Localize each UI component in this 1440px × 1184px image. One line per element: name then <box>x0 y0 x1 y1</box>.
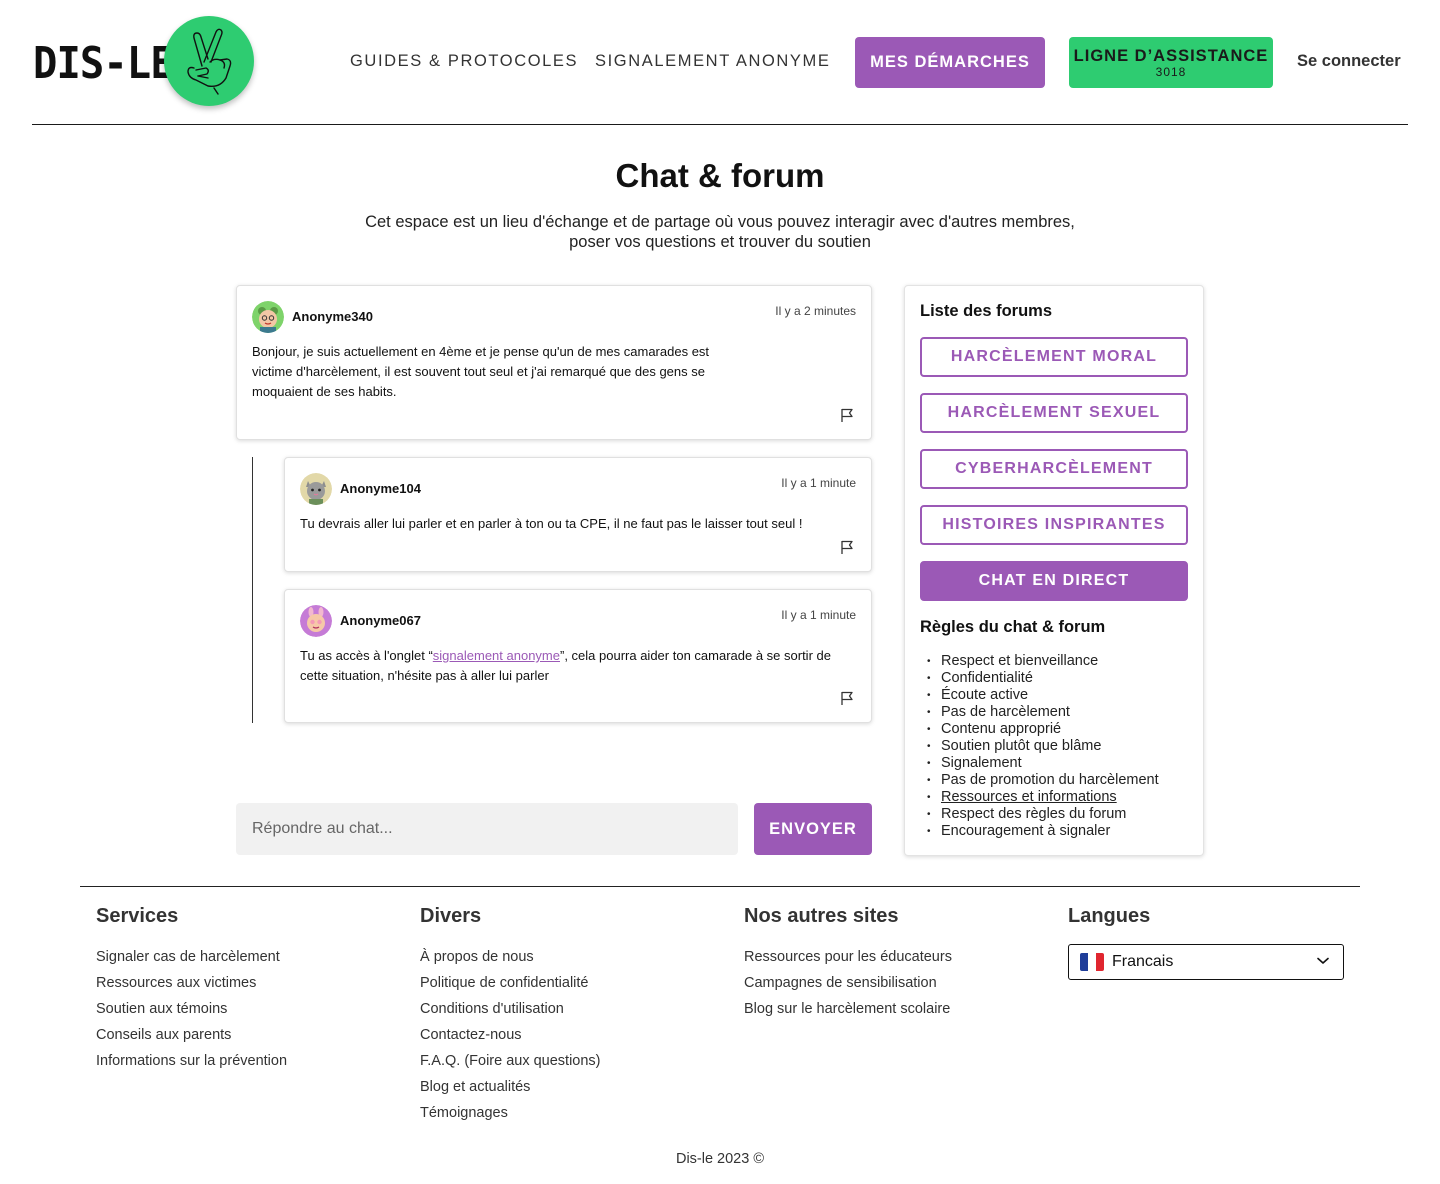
site-header: DIS-LE GUIDES & PROTOCOLES SIGNALEMENT A… <box>32 0 1408 125</box>
footer-langues: Langues Francais <box>1068 905 1344 980</box>
avatar <box>300 605 332 637</box>
post-timestamp: Il y a 1 minute <box>781 608 856 622</box>
post-text: Bonjour, je suis actuellement en 4ème et… <box>252 344 710 399</box>
assistance-number: 3018 <box>1155 64 1187 79</box>
footer-heading: Nos autres sites <box>744 905 899 927</box>
rule-item: Signalement <box>920 755 1200 772</box>
footer-link[interactable]: Ressources pour les éducateurs <box>744 944 952 970</box>
cat-avatar-icon <box>300 473 332 505</box>
forums-title: Liste des forums <box>920 302 1053 320</box>
footer-heading: Langues <box>1068 905 1151 927</box>
report-flag-icon[interactable] <box>839 539 855 555</box>
nav-guides-protocoles[interactable]: GUIDES & PROTOCOLES <box>350 52 578 71</box>
post-text: Tu devrais aller lui parler et en parler… <box>300 516 803 531</box>
bunny-avatar-icon <box>300 605 332 637</box>
rule-item: Soutien plutôt que blâme <box>920 738 1200 755</box>
footer-link[interactable]: Blog et actualités <box>420 1074 601 1100</box>
rule-item: Pas de promotion du harcèlement <box>920 772 1200 789</box>
nav-signalement-anonyme[interactable]: SIGNALEMENT ANONYME <box>595 52 830 71</box>
chat-reply: Anonyme067 Il y a 1 minute Tu as accès à… <box>284 589 872 723</box>
footer-link[interactable]: Signaler cas de harcèlement <box>96 944 287 970</box>
post-text: Tu as accès à l'onglet “signalement anon… <box>300 646 860 686</box>
report-flag-icon[interactable] <box>839 690 855 706</box>
rule-item-link[interactable]: Ressources et informations <box>920 789 1200 806</box>
language-select[interactable]: Francais <box>1068 944 1344 980</box>
footer-heading: Divers <box>420 905 482 927</box>
page-subtitle-line2: poser vos questions et trouver du soutie… <box>569 233 871 251</box>
send-button[interactable]: ENVOYER <box>754 803 872 855</box>
chat-reply: Anonyme104 Il y a 1 minute Tu devrais al… <box>284 457 872 572</box>
footer-divider <box>80 886 1360 887</box>
footer-link[interactable]: Conditions d'utilisation <box>420 996 601 1022</box>
forum-histoires-inspirantes-button[interactable]: HISTOIRES INSPIRANTES <box>920 505 1188 545</box>
rule-item: Respect et bienveillance <box>920 653 1200 670</box>
rule-item: Respect des règles du forum <box>920 806 1200 823</box>
footer-divers: Divers À propos de nous Politique de con… <box>420 905 601 1126</box>
assistance-label: LIGNE D’ASSISTANCE <box>1073 46 1269 65</box>
post-username[interactable]: Anonyme104 <box>340 481 421 496</box>
avatar <box>252 301 284 333</box>
footer-link[interactable]: Blog sur le harcèlement scolaire <box>744 996 952 1022</box>
footer-services: Services Signaler cas de harcèlement Res… <box>96 905 287 1074</box>
page-title: Chat & forum <box>615 157 825 194</box>
footer-link[interactable]: Campagnes de sensibilisation <box>744 970 952 996</box>
avatar <box>300 473 332 505</box>
login-link[interactable]: Se connecter <box>1297 52 1401 71</box>
page-subtitle: Cet espace est un lieu d'échange et de p… <box>320 212 1120 252</box>
forum-chat-en-direct-button[interactable]: CHAT EN DIRECT <box>920 561 1188 601</box>
thread-line <box>252 457 253 723</box>
crossed-fingers-hand-icon <box>187 28 232 95</box>
signalement-anonyme-link[interactable]: signalement anonyme <box>433 648 560 663</box>
footer-link[interactable]: Témoignages <box>420 1100 601 1126</box>
footer-link[interactable]: Soutien aux témoins <box>96 996 287 1022</box>
rule-item: Confidentialité <box>920 670 1200 687</box>
footer-link[interactable]: Politique de confidentialité <box>420 970 601 996</box>
rule-item: Encouragement à signaler <box>920 823 1200 840</box>
post-text-before: Tu as accès à l'onglet “ <box>300 648 433 663</box>
page-subtitle-line1: Cet espace est un lieu d'échange et de p… <box>365 213 1075 231</box>
post-username[interactable]: Anonyme067 <box>340 613 421 628</box>
footer-link[interactable]: Ressources aux victimes <box>96 970 287 996</box>
france-flag-icon <box>1080 953 1104 971</box>
post-timestamp: Il y a 1 minute <box>781 476 856 490</box>
report-flag-icon[interactable] <box>839 407 855 423</box>
forum-harcelement-sexuel-button[interactable]: HARCÈLEMENT SEXUEL <box>920 393 1188 433</box>
footer-link[interactable]: Contactez-nous <box>420 1022 601 1048</box>
chat-post: Anonyme340 Il y a 2 minutes Bonjour, je … <box>236 285 872 440</box>
rule-item: Écoute active <box>920 687 1200 704</box>
chevron-down-icon <box>1317 957 1329 964</box>
forum-cyberharcelement-button[interactable]: CYBERHARCÈLEMENT <box>920 449 1188 489</box>
ressources-informations-link[interactable]: Ressources et informations <box>941 789 1117 805</box>
rules-title: Règles du chat & forum <box>920 618 1106 636</box>
rule-item: Contenu approprié <box>920 721 1200 738</box>
copyright: Dis-le 2023 © <box>675 1151 765 1167</box>
ligne-assistance-button[interactable]: LIGNE D’ASSISTANCE 3018 <box>1069 37 1273 88</box>
footer-link[interactable]: Conseils aux parents <box>96 1022 287 1048</box>
footer-link[interactable]: F.A.Q. (Foire aux questions) <box>420 1048 601 1074</box>
forum-harcelement-moral-button[interactable]: HARCÈLEMENT MORAL <box>920 337 1188 377</box>
post-username[interactable]: Anonyme340 <box>292 309 373 324</box>
mes-demarches-button[interactable]: MES DÉMARCHES <box>855 37 1045 88</box>
frog-avatar-icon <box>252 301 284 333</box>
post-timestamp: Il y a 2 minutes <box>775 304 856 318</box>
footer-link[interactable]: Informations sur la prévention <box>96 1048 287 1074</box>
rule-item: Pas de harcèlement <box>920 704 1200 721</box>
footer-heading: Services <box>96 905 179 927</box>
logo-badge[interactable] <box>164 16 254 106</box>
logo-text[interactable]: DIS-LE <box>33 40 175 88</box>
footer-link[interactable]: À propos de nous <box>420 944 601 970</box>
footer-autres-sites: Nos autres sites Ressources pour les édu… <box>744 905 952 1022</box>
reply-input[interactable] <box>236 803 738 855</box>
language-selected: Francais <box>1112 953 1174 970</box>
rules-list: Respect et bienveillance Confidentialité… <box>920 653 1200 840</box>
forums-sidebar: Liste des forums HARCÈLEMENT MORAL HARCÈ… <box>904 285 1204 856</box>
